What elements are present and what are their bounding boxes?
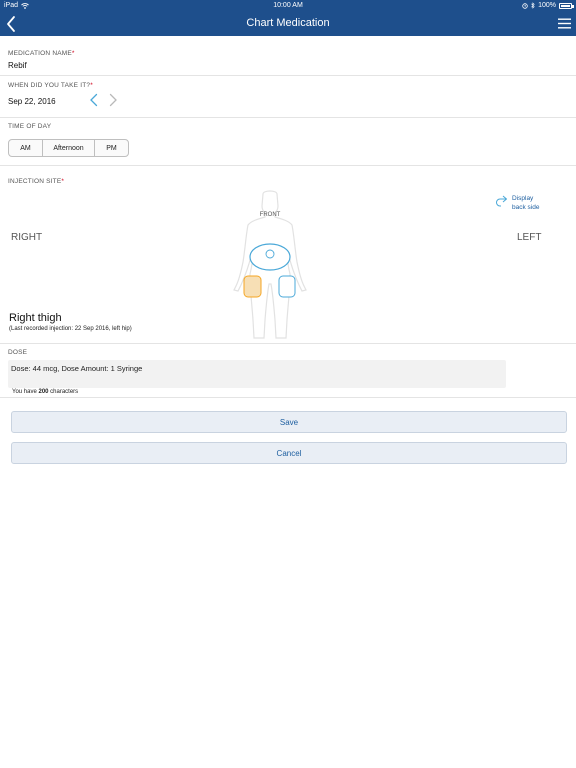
char-count-prefix: You have: [12, 389, 37, 395]
next-date-chevron-icon[interactable]: [107, 93, 119, 107]
time-of-day-afternoon[interactable]: Afternoon: [43, 140, 95, 156]
date-value[interactable]: Sep 22, 2016: [8, 97, 56, 106]
injection-site-label-text: INJECTION SITE: [8, 178, 62, 185]
flip-arrow-icon: [496, 195, 507, 207]
required-asterisk: *: [90, 82, 93, 89]
required-asterisk: *: [71, 50, 75, 57]
battery-percent: 100%: [538, 2, 556, 9]
page-title: Chart Medication: [246, 17, 330, 29]
right-thigh-site-selected: [243, 275, 262, 298]
abdomen-site: [249, 243, 291, 271]
medication-name-value[interactable]: Rebif: [8, 61, 27, 70]
selected-site-name: Right thigh: [9, 312, 62, 324]
status-time: 10:00 AM: [273, 2, 303, 9]
nav-bar: Chart Medication: [0, 12, 576, 36]
dose-text: Dose: 44 mcg, Dose Amount: 1 Syringe: [11, 364, 143, 373]
date-label: WHEN DID YOU TAKE IT?*: [8, 82, 93, 89]
hamburger-menu-icon[interactable]: [558, 17, 571, 30]
injection-site-label: INJECTION SITE*: [8, 178, 64, 185]
cancel-button[interactable]: Cancel: [11, 442, 567, 464]
dose-textarea[interactable]: Dose: 44 mcg, Dose Amount: 1 Syringe: [8, 360, 506, 388]
date-label-text: WHEN DID YOU TAKE IT?: [8, 82, 91, 89]
bluetooth-icon: [531, 2, 535, 9]
status-right: 100%: [522, 2, 574, 9]
display-back-side-text: Display back side: [512, 194, 539, 212]
medication-name-label: MEDICATION NAME*: [8, 50, 75, 57]
required-asterisk: *: [61, 178, 65, 185]
battery-icon: [559, 2, 574, 9]
char-count-suffix: characters: [50, 389, 79, 395]
display-back-line2: back side: [512, 204, 540, 211]
alarm-icon: [522, 2, 528, 9]
left-side-label: LEFT: [517, 232, 542, 243]
status-bar: iPad 10:00 AM 100%: [0, 0, 576, 12]
time-of-day-am[interactable]: AM: [9, 140, 43, 156]
char-count-number: 200: [38, 389, 49, 395]
medication-name-label-text: MEDICATION NAME: [8, 50, 72, 57]
display-back-side-button[interactable]: Display back side: [495, 194, 539, 212]
front-label: FRONT: [259, 212, 281, 218]
save-button[interactable]: Save: [11, 411, 567, 433]
character-count: You have 200 characters: [12, 389, 78, 395]
left-thigh-site: [278, 275, 296, 298]
previous-date-chevron-icon[interactable]: [88, 93, 100, 107]
last-recorded-injection: (Last recorded injection: 22 Sep 2016, l…: [9, 326, 132, 332]
display-back-line1: Display: [512, 195, 534, 202]
time-of-day-segmented-control: AM Afternoon PM: [8, 139, 129, 157]
dose-label: DOSE: [8, 349, 28, 356]
time-of-day-label: TIME OF DAY: [8, 123, 52, 130]
right-side-label: RIGHT: [11, 232, 43, 243]
time-of-day-pm[interactable]: PM: [95, 140, 128, 156]
medication-name-section: MEDICATION NAME* Rebif: [0, 36, 576, 76]
date-section: WHEN DID YOU TAKE IT?* Sep 22, 2016: [0, 76, 576, 118]
